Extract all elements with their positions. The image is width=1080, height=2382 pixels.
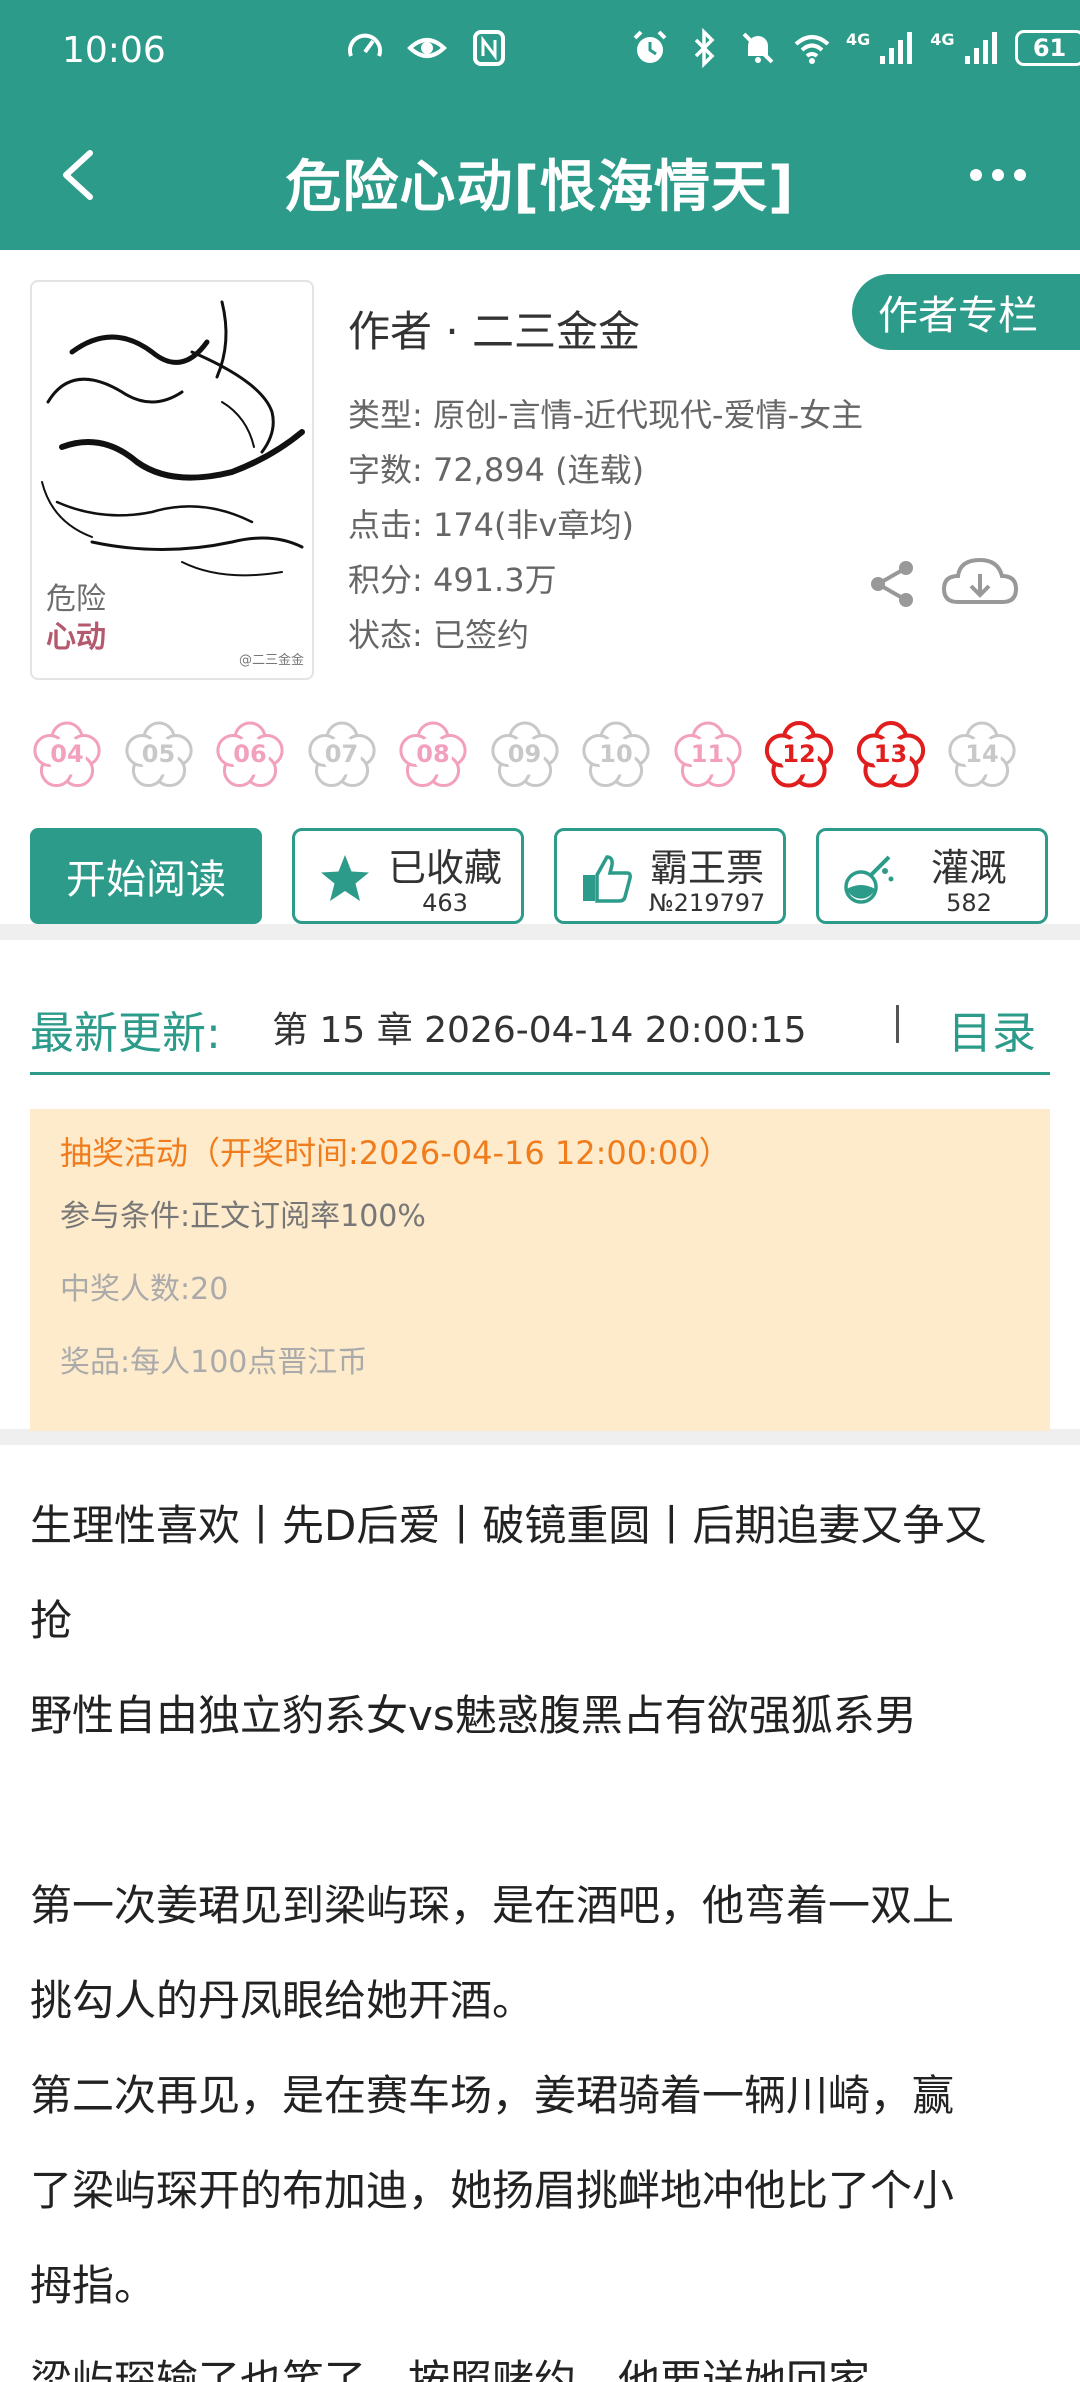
- flower-number: 13: [873, 740, 908, 768]
- cover-credit: @二三金金: [238, 653, 304, 668]
- synopsis-line: 野性自由独立豹系女vs魅惑腹黑占有欲强狐系男: [30, 1691, 917, 1740]
- latest-update-bar: 最新更新: 第 15 章 2026-04-14 20:00:15 目录: [30, 975, 1050, 1075]
- app-bar: 危险心动[恨海情天]: [0, 120, 1080, 240]
- signal-icon: [876, 28, 916, 68]
- flower-badge: 11: [671, 718, 745, 792]
- daily-update-flowers: 04 05 06 07 08 09 10 11 12 13 14: [30, 718, 1080, 808]
- synopsis-line: 了梁屿琛开的布加迪，她扬眉挑衅地冲他比了个小: [30, 2166, 955, 2215]
- alarm-icon: [630, 28, 670, 68]
- book-meta-list: 类型: 原创-言情-近代现代-爱情-女主 字数: 72,894 (连载) 点击:…: [348, 390, 863, 665]
- potion-icon: [844, 855, 894, 904]
- meta-word-count: 字数: 72,894 (连载): [348, 451, 645, 489]
- wifi-icon: [792, 28, 832, 68]
- latest-update-label: 最新更新:: [30, 1008, 221, 1059]
- flower-number: 11: [690, 740, 725, 768]
- synopsis-line: [30, 1763, 1060, 1858]
- synopsis-line: 第二次再见，是在赛车场，姜珺骑着一辆川崎，赢: [30, 2071, 955, 2120]
- flower-number: 08: [416, 740, 450, 768]
- nutrient-label: 灌溉: [930, 846, 1007, 890]
- synopsis: 生理性喜欢丨先D后爱丨破镜重圆丨后期追妻又争又抢野性自由独立豹系女vs魅惑腹黑占…: [30, 1478, 1060, 2382]
- network-type-2: 4G: [930, 30, 955, 49]
- nfc-icon: [469, 28, 509, 68]
- favorite-button[interactable]: 已收藏 463: [292, 828, 524, 924]
- synopsis-line: 拇指。: [30, 2261, 157, 2310]
- flower-badge: 14: [945, 718, 1019, 792]
- nutrient-count: 582: [946, 889, 992, 917]
- dot: [1014, 169, 1026, 181]
- mute-icon: [738, 28, 778, 68]
- battery-indicator: 61: [1014, 30, 1080, 66]
- top-bar: 10:06 4G 4G 61 危险心动[恨海情天]: [0, 0, 1080, 250]
- bluetooth-icon: [684, 28, 724, 68]
- lottery-title: 抽奖活动（开奖时间:2026-04-16 12:00:00）: [60, 1134, 731, 1172]
- page-title: 危险心动[恨海情天]: [285, 155, 795, 220]
- meta-points: 积分: 491.3万: [348, 561, 557, 599]
- signal-icon-2: [961, 28, 1001, 68]
- synopsis-line: 抢: [30, 1596, 73, 1645]
- action-buttons: 开始阅读 已收藏 463 霸王票 №219797 灌溉 582: [30, 828, 1050, 924]
- synopsis-line: 挑勾人的丹凤眼给她开酒。: [30, 1976, 535, 2025]
- share-icon[interactable]: [866, 558, 918, 610]
- meta-status: 状态: 已签约: [348, 616, 529, 654]
- nutrient-button[interactable]: 灌溉 582: [816, 828, 1048, 924]
- meta-genre: 类型: 原创-言情-近代现代-爱情-女主: [348, 396, 864, 434]
- status-indicators: [345, 28, 509, 68]
- flower-badge: 09: [488, 718, 562, 792]
- status-system-icons: 4G 4G 61: [630, 28, 1080, 68]
- thumbs-up-icon: [583, 855, 632, 903]
- lottery-condition: 参与条件:正文订阅率100%: [60, 1199, 426, 1234]
- favorite-count: 463: [422, 889, 468, 917]
- book-cover[interactable]: 危险 心动 @二三金金: [30, 280, 314, 680]
- table-of-contents-link[interactable]: 目录: [948, 997, 1036, 1061]
- flower-badge: 07: [305, 718, 379, 792]
- start-reading-button[interactable]: 开始阅读: [30, 828, 262, 924]
- flower-badge: 06: [213, 718, 287, 792]
- flower-number: 06: [233, 740, 267, 768]
- network-type-1: 4G: [846, 30, 871, 49]
- vote-count: №219797: [648, 889, 766, 917]
- flower-number: 04: [50, 740, 84, 768]
- flower-number: 14: [965, 740, 999, 768]
- synopsis-line: 第一次姜珺见到梁屿琛，是在酒吧，他弯着一双上: [30, 1881, 955, 1930]
- speedometer-icon: [345, 28, 385, 68]
- flower-badge: 12: [762, 718, 836, 792]
- status-time: 10:06: [62, 30, 166, 71]
- more-options-button[interactable]: [970, 160, 1026, 190]
- flower-badge: 08: [396, 718, 470, 792]
- dot: [970, 169, 982, 181]
- latest-update-section: 最新更新: 第 15 章 2026-04-14 20:00:15 目录 抽奖活动…: [0, 975, 1080, 1445]
- flower-number: 05: [141, 740, 176, 768]
- vote-label: 霸王票: [649, 846, 764, 890]
- dot: [992, 169, 1004, 181]
- cover-illustration: [41, 300, 305, 577]
- lottery-panel[interactable]: 抽奖活动（开奖时间:2026-04-16 12:00:00） 参与条件:正文订阅…: [30, 1109, 1050, 1431]
- lottery-winners: 中奖人数:20: [60, 1272, 229, 1307]
- flower-badge: 10: [579, 718, 653, 792]
- book-info-card: 危险 心动 @二三金金 作者 · 二三金金 作者专栏 类型: 原创-言情-近代现…: [0, 250, 1080, 940]
- cover-title-line-2: 心动: [46, 620, 106, 655]
- status-bar: 10:06 4G 4G 61: [0, 0, 1080, 110]
- flower-badge: 05: [122, 718, 196, 792]
- synopsis-line: 梁屿琛输了也笑了，按照赌约，他要送她回家。: [30, 2356, 913, 2382]
- divider: [896, 1005, 899, 1043]
- flower-badge: 04: [30, 718, 104, 792]
- download-icon[interactable]: [940, 552, 1020, 614]
- eye-icon: [407, 28, 447, 68]
- meta-clicks: 点击: 174(非v章均): [348, 506, 634, 544]
- flower-number: 09: [507, 740, 542, 768]
- favorite-label: 已收藏: [387, 846, 502, 890]
- lottery-prize: 奖品:每人100点晋江币: [60, 1345, 368, 1380]
- synopsis-line: 生理性喜欢丨先D后爱丨破镜重圆丨后期追妻又争又: [30, 1501, 987, 1550]
- flower-number: 10: [599, 740, 633, 768]
- flower-number: 12: [782, 740, 816, 768]
- star-icon: [321, 855, 369, 901]
- author-column-button[interactable]: 作者专栏: [852, 274, 1080, 350]
- vote-button[interactable]: 霸王票 №219797: [554, 828, 786, 924]
- flower-badge: 13: [854, 718, 928, 792]
- author-line[interactable]: 作者 · 二三金金: [348, 298, 640, 359]
- latest-chapter-link[interactable]: 第 15 章 2026-04-14 20:00:15: [272, 1001, 806, 1053]
- flower-number: 07: [324, 740, 359, 768]
